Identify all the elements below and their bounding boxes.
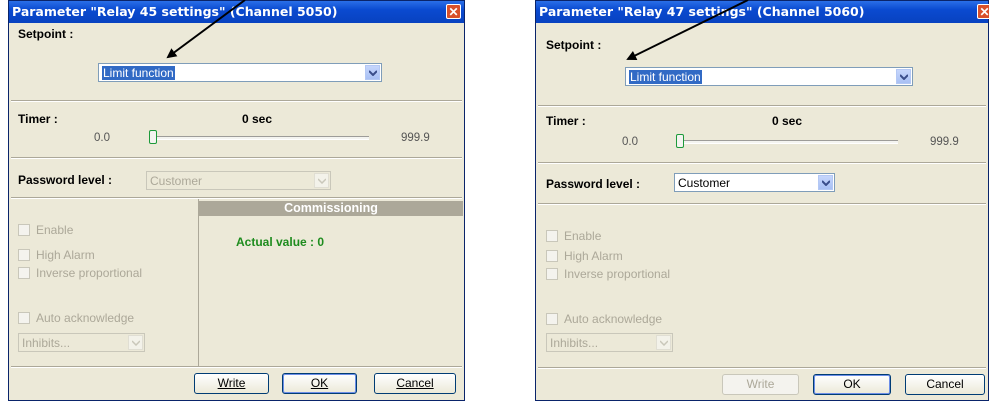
timer-slider-track — [149, 136, 369, 140]
actual-value: Actual value : 0 — [236, 235, 325, 249]
timer-slider-thumb[interactable] — [149, 130, 157, 144]
timer-slider-track — [676, 140, 898, 144]
chevron-down-icon[interactable] — [818, 175, 833, 190]
enable-label: Enable — [36, 223, 74, 237]
timer-min: 0.0 — [94, 132, 110, 144]
timer-max: 999.9 — [930, 136, 959, 148]
password-select: Customer — [146, 171, 331, 190]
dialog-title: Parameter "Relay 45 settings" (Channel 5… — [9, 1, 464, 23]
relay-47-dialog: Parameter "Relay 47 settings" (Channel 5… — [535, 0, 989, 401]
chevron-down-icon[interactable] — [896, 69, 911, 84]
timer-min: 0.0 — [622, 136, 638, 148]
ok-button[interactable]: OK — [282, 373, 357, 394]
auto-acknowledge-checkbox — [546, 313, 558, 325]
cancel-button[interactable]: Cancel — [905, 374, 985, 395]
chevron-down-icon — [128, 335, 143, 350]
high-alarm-checkbox — [18, 249, 30, 261]
relay-45-dialog: Parameter "Relay 45 settings" (Channel 5… — [8, 0, 465, 401]
write-button: Write — [722, 374, 799, 395]
dialog-title: Parameter "Relay 47 settings" (Channel 5… — [536, 1, 988, 23]
enable-checkbox — [18, 224, 30, 236]
timer-slider-thumb[interactable] — [676, 134, 684, 148]
inverse-proportional-label: Inverse proportional — [564, 267, 671, 281]
ok-button-label: OK — [310, 376, 329, 390]
password-value: Customer — [678, 176, 731, 190]
high-alarm-label: High Alarm — [36, 248, 95, 262]
setpoint-select[interactable]: Limit function — [98, 63, 382, 82]
setpoint-value: Limit function — [102, 66, 175, 80]
cancel-button-label: Cancel — [396, 376, 434, 390]
setpoint-select[interactable]: Limit function — [625, 67, 913, 86]
ok-button-label: OK — [843, 377, 861, 391]
cancel-button-label: Cancel — [926, 377, 964, 391]
inhibits-value: Inhibits... — [22, 336, 71, 350]
chevron-down-icon[interactable] — [365, 65, 380, 80]
chevron-down-icon — [656, 335, 671, 350]
password-label: Password level : — [18, 173, 113, 187]
high-alarm-label: High Alarm — [564, 249, 623, 263]
setpoint-value: Limit function — [629, 70, 702, 84]
password-select[interactable]: Customer — [674, 173, 835, 192]
inverse-proportional-checkbox — [546, 268, 558, 280]
close-icon[interactable]: ✕ — [977, 4, 989, 19]
chevron-down-icon — [314, 173, 329, 188]
timer-max: 999.9 — [401, 132, 430, 144]
inverse-proportional-checkbox — [18, 267, 30, 279]
auto-acknowledge-checkbox — [18, 312, 30, 324]
write-button[interactable]: Write — [194, 373, 269, 394]
cancel-button[interactable]: Cancel — [374, 373, 456, 394]
write-button-label: Write — [746, 377, 775, 391]
inhibits-select: Inhibits... — [18, 333, 145, 352]
ok-button[interactable]: OK — [813, 374, 891, 395]
timer-value: 0 sec — [242, 112, 273, 126]
inhibits-value: Inhibits... — [550, 336, 599, 350]
inverse-proportional-label: Inverse proportional — [36, 266, 143, 280]
close-icon[interactable]: ✕ — [446, 4, 461, 19]
auto-acknowledge-label: Auto acknowledge — [36, 311, 135, 325]
setpoint-label: Setpoint : — [546, 38, 602, 52]
timer-label: Timer : — [546, 114, 586, 128]
password-label: Password level : — [546, 177, 641, 191]
enable-checkbox — [546, 230, 558, 242]
timer-value: 0 sec — [772, 114, 803, 128]
commissioning-header: Commissioning — [199, 201, 463, 216]
high-alarm-checkbox — [546, 250, 558, 262]
auto-acknowledge-label: Auto acknowledge — [564, 312, 663, 326]
inhibits-select: Inhibits... — [546, 333, 673, 352]
password-value: Customer — [150, 174, 203, 188]
write-button-label: Write — [217, 376, 246, 390]
enable-label: Enable — [564, 229, 602, 243]
timer-label: Timer : — [18, 112, 58, 126]
setpoint-label: Setpoint : — [18, 27, 74, 41]
